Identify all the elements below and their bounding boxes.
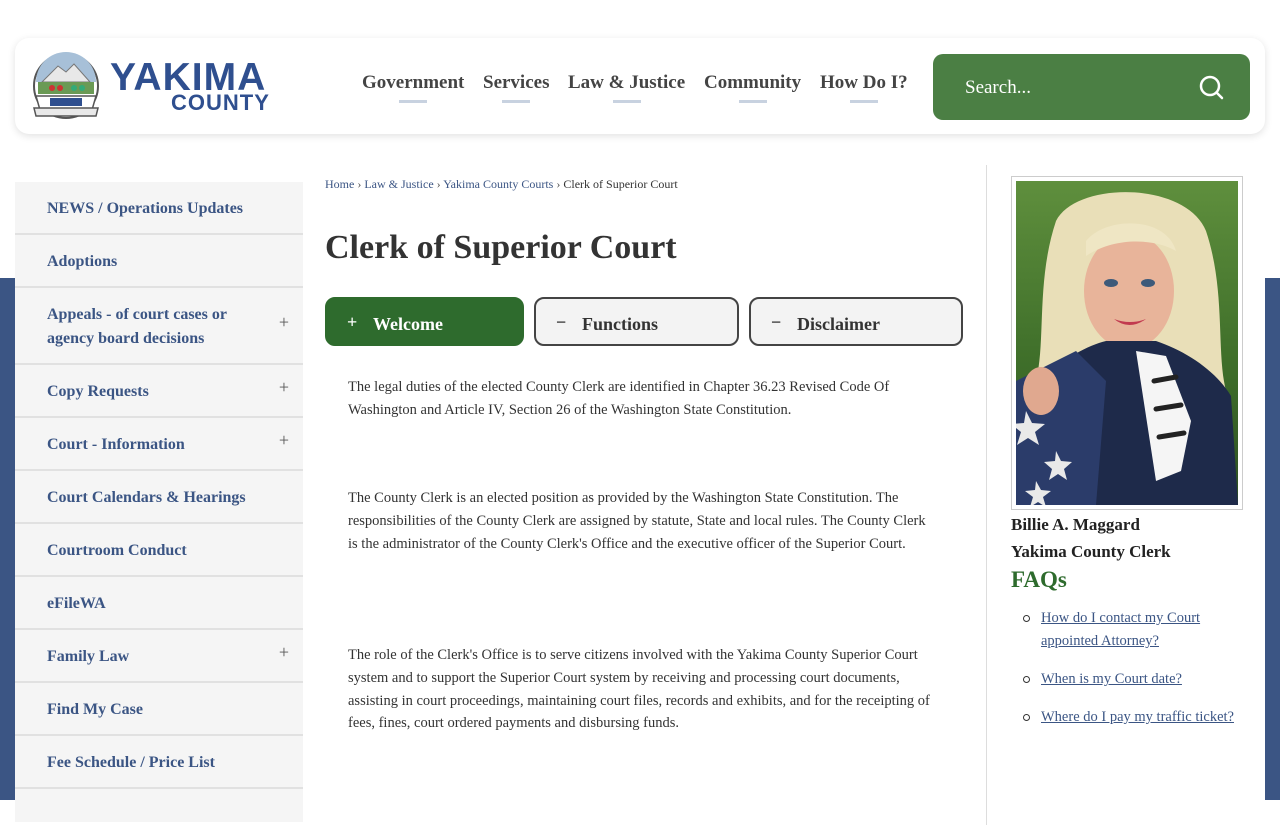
faq-link-traffic-ticket[interactable]: Where do I pay my traffic ticket?: [1041, 709, 1234, 725]
county-seal-icon: [33, 52, 99, 119]
breadcrumb: Home › Law & Justice › Yakima County Cou…: [325, 177, 678, 192]
faq-heading: FAQs: [1011, 567, 1067, 592]
breadcrumb-separator: ›: [436, 177, 441, 191]
sidebar-item-label: Copy Requests: [47, 383, 149, 400]
expand-plus-icon: +: [347, 312, 358, 332]
main-content-card: NEWS / Operations Updates Adoptions Appe…: [15, 153, 1265, 825]
nav-label: Services: [483, 72, 550, 93]
sidebar-item-court-calendars[interactable]: Court Calendars & Hearings: [15, 471, 303, 524]
breadcrumb-separator: ›: [357, 177, 362, 191]
sidebar-item-fee-schedule[interactable]: Fee Schedule / Price List: [15, 736, 303, 789]
site-header: YAKIMA COUNTY Government Services Law & …: [15, 38, 1265, 134]
sidebar-item-court-information[interactable]: Court - Information +: [15, 418, 303, 471]
nav-underline: [612, 100, 641, 103]
expand-plus-icon[interactable]: +: [279, 430, 289, 451]
collapse-minus-icon: −: [771, 312, 782, 332]
faq-link-court-date[interactable]: When is my Court date?: [1041, 671, 1182, 687]
sidebar-item-label: Court Calendars & Hearings: [47, 489, 246, 506]
sidebar-nav: NEWS / Operations Updates Adoptions Appe…: [15, 182, 303, 822]
welcome-paragraph: The legal duties of the elected County C…: [348, 379, 890, 418]
sidebar-item-label: Courtroom Conduct: [47, 542, 187, 559]
faq-item: Where do I pay my traffic ticket?: [1011, 706, 1241, 729]
collapse-minus-icon: −: [556, 312, 567, 332]
breadcrumb-separator: ›: [556, 177, 561, 191]
logo-word-county: COUNTY: [171, 90, 270, 115]
tab-disclaimer[interactable]: − Disclaimer: [749, 297, 963, 346]
nav-government[interactable]: Government: [362, 72, 465, 103]
sidebar-item-copy-requests[interactable]: Copy Requests +: [15, 365, 303, 418]
nav-label: Community: [704, 72, 802, 93]
nav-underline: [399, 100, 428, 103]
nav-community[interactable]: Community: [704, 72, 802, 103]
sidebar-item-label: Appeals - of court cases or agency board…: [47, 306, 227, 347]
welcome-paragraph: The County Clerk is an elected position …: [348, 490, 926, 552]
nav-law-justice[interactable]: Law & Justice: [568, 72, 686, 103]
nav-underline: [849, 100, 878, 103]
sidebar-item-label: Court - Information: [47, 436, 185, 453]
sidebar-item-label: Family Law: [47, 648, 130, 665]
sidebar-item-label: Fee Schedule / Price List: [47, 754, 215, 771]
clerk-title: Yakima County Clerk: [1011, 542, 1171, 561]
page-title: Clerk of Superior Court: [325, 229, 677, 266]
breadcrumb-home[interactable]: Home: [325, 177, 354, 191]
sidebar-item-label: NEWS / Operations Updates: [47, 200, 244, 217]
tab-functions[interactable]: − Functions: [534, 297, 739, 346]
nav-underline: [502, 100, 531, 103]
sidebar-item-efilewa[interactable]: eFileWA: [15, 577, 303, 630]
sidebar-item-family-law[interactable]: Family Law +: [15, 630, 303, 683]
clerk-photo: [1011, 176, 1243, 510]
nav-label: Law & Justice: [568, 72, 686, 93]
tab-label: Functions: [582, 314, 659, 334]
breadcrumb-law-justice[interactable]: Law & Justice: [364, 177, 433, 191]
faq-list: How do I contact my Court appointed Atto…: [1011, 607, 1241, 744]
sidebar-item-label: Find My Case: [47, 701, 143, 718]
faq-link-contact-attorney[interactable]: How do I contact my Court appointed Atto…: [1041, 610, 1200, 649]
breadcrumb-courts[interactable]: Yakima County Courts: [443, 177, 553, 191]
expand-plus-icon[interactable]: +: [279, 312, 289, 333]
welcome-paragraph: The role of the Clerk's Office is to ser…: [348, 647, 930, 732]
sidebar-item-find-my-case[interactable]: Find My Case: [15, 683, 303, 736]
nav-how-do-i[interactable]: How Do I?: [820, 72, 908, 103]
tab-label: Disclaimer: [797, 314, 880, 334]
search-box[interactable]: [933, 54, 1250, 120]
search-icon[interactable]: [1198, 74, 1224, 100]
sidebar-item-label: eFileWA: [47, 595, 106, 612]
breadcrumb-current: Clerk of Superior Court: [563, 177, 678, 191]
expand-plus-icon[interactable]: +: [279, 642, 289, 663]
sidebar-item-label: Adoptions: [47, 253, 118, 270]
nav-services[interactable]: Services: [483, 72, 550, 103]
search-input[interactable]: [963, 74, 1187, 102]
list-bullet-icon: [1023, 676, 1030, 683]
clerk-name: Billie A. Maggard: [1011, 515, 1140, 534]
sidebar-item-courtroom-conduct[interactable]: Courtroom Conduct: [15, 524, 303, 577]
sidebar-item-adoptions[interactable]: Adoptions: [15, 235, 303, 288]
page-content: Home › Law & Justice › Yakima County Cou…: [325, 153, 975, 813]
nav-label: How Do I?: [820, 72, 908, 93]
faq-item: How do I contact my Court appointed Atto…: [1011, 607, 1241, 653]
list-bullet-icon: [1023, 615, 1030, 622]
expand-plus-icon[interactable]: +: [279, 377, 289, 398]
tab-welcome[interactable]: + Welcome: [325, 297, 524, 346]
county-logo[interactable]: YAKIMA COUNTY: [30, 52, 340, 122]
right-column: Billie A. Maggard Yakima County Clerk FA…: [986, 165, 1247, 825]
list-bullet-icon: [1023, 714, 1030, 721]
clerk-portrait-image: [1016, 181, 1238, 505]
tab-label: Welcome: [373, 314, 443, 334]
nav-underline: [738, 100, 767, 103]
sidebar-item-appeals[interactable]: Appeals - of court cases or agency board…: [15, 288, 303, 365]
faq-item: When is my Court date?: [1011, 668, 1241, 691]
nav-label: Government: [362, 72, 465, 93]
sidebar-item-news[interactable]: NEWS / Operations Updates: [15, 182, 303, 235]
